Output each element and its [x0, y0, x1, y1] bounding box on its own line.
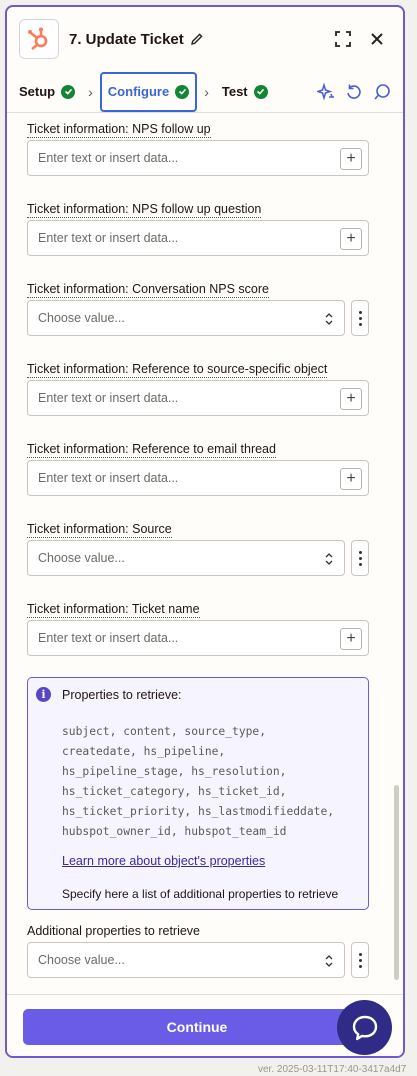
more-options-button[interactable] — [351, 942, 369, 978]
field-label: Ticket information: Reference to email t… — [27, 442, 276, 458]
tab-configure[interactable]: Configure — [99, 71, 198, 112]
select-dropdown[interactable]: Choose value... — [27, 540, 345, 576]
field-source: Ticket information: Source Choose value.… — [27, 520, 369, 576]
chevron-right-icon: › — [204, 83, 209, 100]
code-line: subject, content, source_type, — [62, 725, 267, 738]
form-scroll-area[interactable]: Ticket information: NPS follow up Enter … — [7, 114, 403, 994]
field-label: Ticket information: NPS follow up — [27, 122, 211, 138]
step-title: 7. Update Ticket — [69, 30, 184, 48]
input-placeholder: Enter text or insert data... — [38, 631, 179, 645]
chat-support-button[interactable] — [337, 1000, 392, 1055]
field-label: Ticket information: NPS follow up questi… — [27, 202, 262, 218]
learn-more-link[interactable]: Learn more about object's properties — [62, 854, 265, 868]
updown-chevron-icon — [325, 553, 333, 565]
select-placeholder: Choose value... — [38, 311, 125, 325]
input-placeholder: Enter text or insert data... — [38, 231, 179, 245]
input-placeholder: Enter text or insert data... — [38, 151, 179, 165]
insert-data-plus-icon[interactable]: + — [340, 628, 362, 650]
text-input[interactable]: Enter text or insert data... + — [27, 220, 369, 256]
tab-setup[interactable]: Setup — [13, 72, 81, 112]
close-icon[interactable] — [367, 29, 387, 49]
tab-configure-label: Configure — [107, 84, 170, 99]
field-label: Ticket information: Conversation NPS sco… — [27, 282, 269, 298]
info-title: Properties to retrieve: — [62, 688, 182, 702]
field-reference-source-object: Ticket information: Reference to source-… — [27, 360, 369, 416]
field-label: Ticket information: Reference to source-… — [27, 362, 328, 378]
expand-icon[interactable] — [333, 29, 353, 49]
undo-icon[interactable] — [345, 83, 363, 101]
version-label: ver. 2025-03-11T17:40-3417a4d7 — [258, 1064, 407, 1075]
tab-test-label: Test — [221, 84, 248, 99]
updown-chevron-icon — [325, 955, 333, 967]
check-icon — [253, 84, 268, 99]
comment-icon[interactable] — [373, 83, 391, 101]
text-input[interactable]: Enter text or insert data... + — [27, 620, 369, 656]
chevron-right-icon: › — [88, 83, 93, 100]
field-additional-properties: Additional properties to retrieve Choose… — [27, 922, 369, 978]
select-dropdown[interactable]: Choose value... — [27, 942, 345, 978]
check-icon — [61, 84, 76, 99]
field-nps-follow-up-question: Ticket information: NPS follow up questi… — [27, 200, 369, 256]
scrollbar-thumb[interactable] — [394, 785, 399, 980]
ai-sparkle-icon[interactable] — [315, 82, 335, 101]
input-placeholder: Enter text or insert data... — [38, 471, 179, 485]
more-options-button[interactable] — [351, 540, 369, 576]
code-line: hs_pipeline_stage, hs_resolution, — [62, 765, 287, 778]
step-header: 7. Update Ticket — [7, 7, 403, 71]
text-input[interactable]: Enter text or insert data... + — [27, 380, 369, 416]
updown-chevron-icon — [325, 313, 333, 325]
code-line: createdate, hs_pipeline, — [62, 745, 226, 758]
insert-data-plus-icon[interactable]: + — [340, 228, 362, 250]
insert-data-plus-icon[interactable]: + — [340, 148, 362, 170]
check-icon — [175, 84, 190, 99]
field-conversation-nps-score: Ticket information: Conversation NPS sco… — [27, 280, 369, 336]
continue-button[interactable]: Continue — [23, 1009, 371, 1045]
tab-test[interactable]: Test — [216, 72, 274, 112]
info-note: Specify here a list of additional proper… — [62, 887, 339, 901]
step-editor-panel: 7. Update Ticket Setup › Configure › Tes… — [5, 5, 405, 1058]
more-options-button[interactable] — [351, 300, 369, 336]
insert-data-plus-icon[interactable]: + — [340, 388, 362, 410]
field-label: Additional properties to retrieve — [27, 924, 201, 938]
text-input[interactable]: Enter text or insert data... + — [27, 140, 369, 176]
select-placeholder: Choose value... — [38, 551, 125, 565]
tab-setup-label: Setup — [19, 84, 56, 99]
code-line: hs_ticket_priority, hs_lastmodifieddate, — [62, 805, 335, 818]
field-reference-email-thread: Ticket information: Reference to email t… — [27, 440, 369, 496]
input-placeholder: Enter text or insert data... — [38, 391, 179, 405]
select-placeholder: Choose value... — [38, 953, 125, 967]
properties-code-block: subject, content, source_type, createdat… — [62, 722, 362, 842]
select-dropdown[interactable]: Choose value... — [27, 300, 345, 336]
field-ticket-name: Ticket information: Ticket name Enter te… — [27, 600, 369, 656]
field-label: Ticket information: Source — [27, 522, 172, 538]
hubspot-logo-icon — [19, 19, 59, 59]
code-line: hs_ticket_category, hs_ticket_id, — [62, 785, 287, 798]
edit-pencil-icon[interactable] — [190, 32, 204, 46]
step-tabs: Setup › Configure › Test — [7, 71, 403, 113]
info-icon: i — [36, 687, 51, 702]
chat-bubble-icon — [352, 1015, 377, 1040]
field-nps-follow-up: Ticket information: NPS follow up Enter … — [27, 120, 369, 176]
field-label: Ticket information: Ticket name — [27, 602, 200, 618]
properties-info-box: i Properties to retrieve: subject, conte… — [27, 677, 369, 910]
text-input[interactable]: Enter text or insert data... + — [27, 460, 369, 496]
insert-data-plus-icon[interactable]: + — [340, 468, 362, 490]
code-line: hubspot_owner_id, hubspot_team_id — [62, 825, 287, 838]
